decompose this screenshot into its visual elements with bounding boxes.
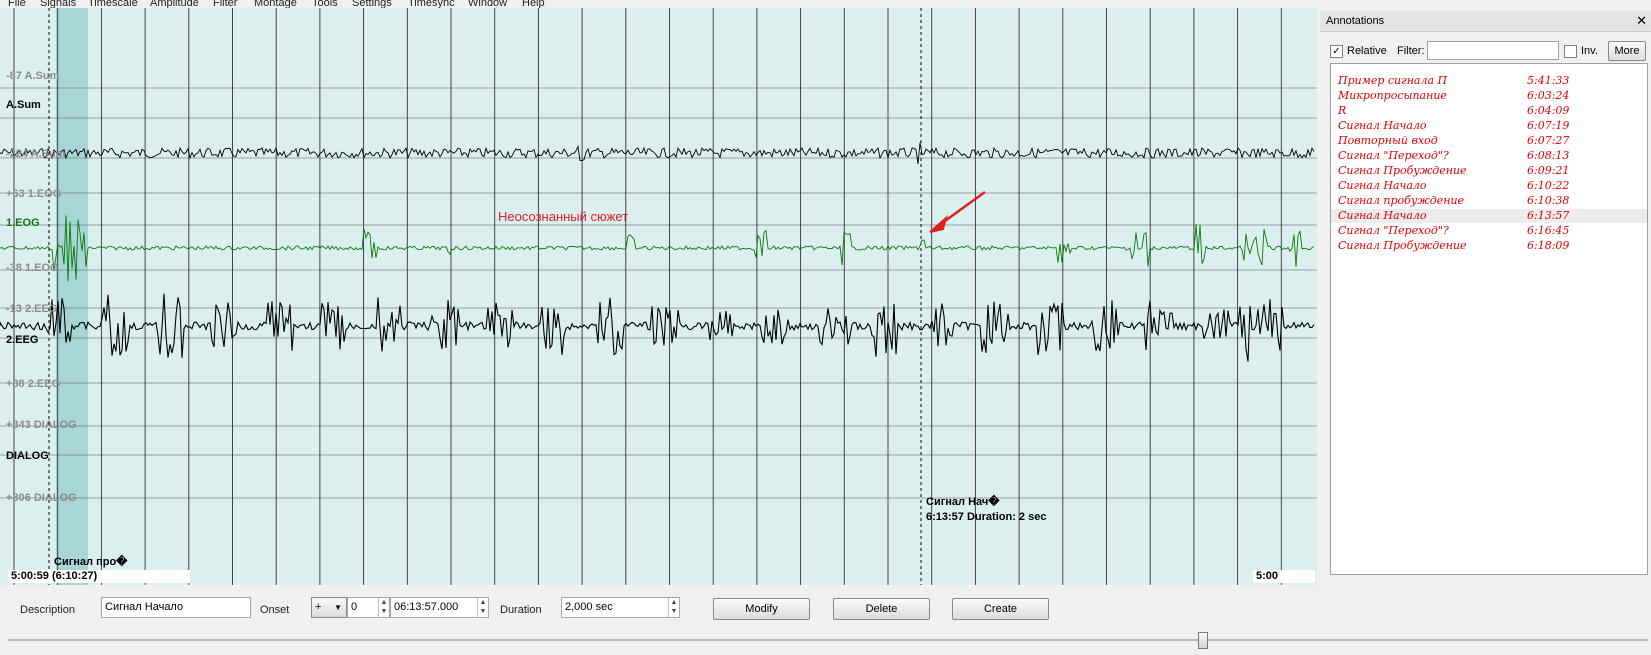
annotation-time: 6:18:09	[1527, 239, 1570, 252]
end-time-readout: 5:00	[1253, 570, 1315, 583]
annotation-description: R	[1338, 104, 1347, 117]
spin-arrows-icon[interactable]: ▲ ▼	[477, 598, 488, 617]
annotation-editor: Description Сигнал Начало Onset + ▼ 0 ▲ ▼…	[0, 585, 1651, 655]
annotations-title: Annotations	[1326, 15, 1385, 27]
dialog-top-scale: +843 DIALOG	[6, 419, 77, 431]
eeg-trace	[0, 293, 1315, 362]
spin-arrows-icon[interactable]: ▲ ▼	[668, 598, 679, 617]
annotation-description: Сигнал Начало	[1338, 119, 1427, 132]
annotation-list-item[interactable]: Сигнал Пробуждение 6:09:21	[1331, 164, 1647, 178]
eog-top-scale: +63 1.EOG	[6, 188, 62, 200]
eog-channel-label[interactable]: 1.EOG	[6, 217, 40, 229]
dialog-channel-label[interactable]: DIALOG	[6, 450, 49, 462]
annotation-list-item[interactable]: Сигнал Начало 6:10:22	[1331, 179, 1647, 193]
annotation-list-item[interactable]: Пример сигнала П 5:41:33	[1331, 74, 1647, 88]
annotation-list-item[interactable]: Сигнал "Переход"? 6:16:45	[1331, 224, 1647, 238]
inv-label: Inv.	[1581, 45, 1598, 57]
annotation-description: Сигнал Начало	[1338, 179, 1427, 192]
annotation-time: 6:09:21	[1527, 164, 1570, 177]
delete-button[interactable]: Delete	[833, 598, 930, 620]
duration-value: 2,000 sec	[565, 601, 613, 613]
annotation-description: Повторный вход	[1338, 134, 1438, 147]
asum-channel-label[interactable]: A.Sum	[6, 99, 41, 111]
annotation-description: Сигнал Пробуждение	[1338, 239, 1467, 252]
annotation-list[interactable]: Пример сигнала П 5:41:33 Микропросыпание 6:…	[1330, 63, 1648, 575]
onset-sign-value: +	[315, 601, 322, 613]
onset-label: Onset	[260, 604, 290, 616]
left-annotation-title[interactable]: Сигнал про�	[54, 555, 127, 568]
annotation-description: Сигнал "Переход"?	[1338, 224, 1449, 237]
close-icon[interactable]: ✕	[1636, 11, 1647, 31]
annotation-time: 5:41:33	[1527, 74, 1570, 87]
annotation-time: 6:07:27	[1527, 134, 1570, 147]
menu-bar: File Signals Timescale Amplitude Filter Monta…	[0, 0, 1320, 8]
overlay-note: Неосознанный сюжет	[498, 209, 629, 224]
asum-trace	[0, 142, 1315, 165]
relative-checkbox[interactable]: ✓	[1330, 45, 1343, 58]
duration-label: Duration	[500, 604, 542, 616]
duration-spinbox[interactable]: 2,000 sec ▲ ▼	[561, 597, 680, 618]
annotation-list-item[interactable]: Сигнал Начало 6:13:57	[1331, 209, 1647, 223]
signal-viewer[interactable]: -87 A.Sum A.Sum -224 A.Sum +63 1.EOG 1.E…	[0, 8, 1317, 585]
eeg-channel-label[interactable]: 2.EEG	[6, 334, 38, 346]
annotation-time: 6:13:57	[1527, 209, 1570, 222]
annotation-description: Пример сигнала П	[1338, 74, 1448, 87]
annotation-time: 6:10:38	[1527, 194, 1570, 207]
annotation-time: 6:04:09	[1527, 104, 1570, 117]
description-label: Description	[20, 604, 76, 616]
dialog-bottom-scale: +806 DIALOG	[6, 492, 77, 504]
filter-label: Filter:	[1397, 45, 1425, 57]
annotation-list-item[interactable]: Сигнал "Переход"? 6:08:13	[1331, 149, 1647, 163]
annotations-dock: Annotations ✕ ✓ Relative Filter: Inv. Mo…	[1320, 11, 1651, 591]
annotation-list-item[interactable]: Сигнал Пробуждение 6:18:09	[1331, 239, 1647, 253]
annotation-description: Сигнал Начало	[1338, 209, 1427, 222]
inv-checkbox[interactable]	[1564, 45, 1577, 58]
annotation-description: Микропросыпание	[1338, 89, 1447, 102]
marker-annotation-title[interactable]: Сигнал Нач�	[926, 495, 1000, 508]
annotation-description: Сигнал пробуждение	[1338, 194, 1465, 207]
description-field[interactable]: Сигнал Начало	[101, 597, 251, 618]
onset-sign-select[interactable]: + ▼	[311, 597, 347, 618]
eeg-top-scale: -13 2.EEG	[6, 303, 58, 315]
annotation-list-item[interactable]: Микропросыпание 6:03:24	[1331, 89, 1647, 103]
annotations-title-bar: Annotations ✕	[1320, 11, 1651, 32]
annotation-time: 6:03:24	[1527, 89, 1570, 102]
onset-days-spinbox[interactable]: 0 ▲ ▼	[347, 597, 390, 618]
annotation-list-item[interactable]: Повторный вход 6:07:27	[1331, 134, 1647, 148]
annotation-time: 6:07:19	[1527, 119, 1570, 132]
annotation-description: Сигнал "Переход"?	[1338, 149, 1449, 162]
marker-annotation-duration: 6:13:57 Duration: 2 sec	[926, 511, 1047, 523]
spin-arrows-icon[interactable]: ▲ ▼	[378, 598, 389, 617]
asum-bottom-scale: -224 A.Sum	[6, 148, 66, 160]
create-button[interactable]: Create	[952, 598, 1049, 620]
annotation-time: 6:08:13	[1527, 149, 1570, 162]
signal-canvas	[0, 8, 1317, 585]
annotation-description: Сигнал Пробуждение	[1338, 164, 1467, 177]
modify-button[interactable]: Modify	[713, 598, 810, 620]
onset-time-value: 06:13:57.000	[394, 601, 459, 613]
time-slider-track[interactable]	[8, 639, 1648, 641]
onset-days-value: 0	[351, 601, 358, 613]
annotation-list-item[interactable]: R 6:04:09	[1331, 104, 1647, 118]
start-time-readout: 5:00:59 (6:10:27)	[8, 570, 190, 583]
asum-top-scale: -87 A.Sum	[6, 70, 60, 82]
relative-label: Relative	[1347, 45, 1387, 57]
onset-time-spinbox[interactable]: 06:13:57.000 ▲ ▼	[390, 597, 489, 618]
time-slider-handle[interactable]	[1198, 632, 1208, 649]
filter-input[interactable]	[1427, 41, 1559, 60]
eeg-bottom-scale: +88 2.EEG	[6, 378, 61, 390]
annotation-list-item[interactable]: Сигнал Начало 6:07:19	[1331, 119, 1647, 133]
annotation-time: 6:10:22	[1527, 179, 1570, 192]
annotation-list-item[interactable]: Сигнал пробуждение 6:10:38	[1331, 194, 1647, 208]
more-button[interactable]: More	[1608, 41, 1646, 61]
eog-bottom-scale: -38 1.EOG	[6, 262, 59, 274]
annotation-time: 6:16:45	[1527, 224, 1570, 237]
chevron-down-icon: ▼	[334, 603, 342, 612]
